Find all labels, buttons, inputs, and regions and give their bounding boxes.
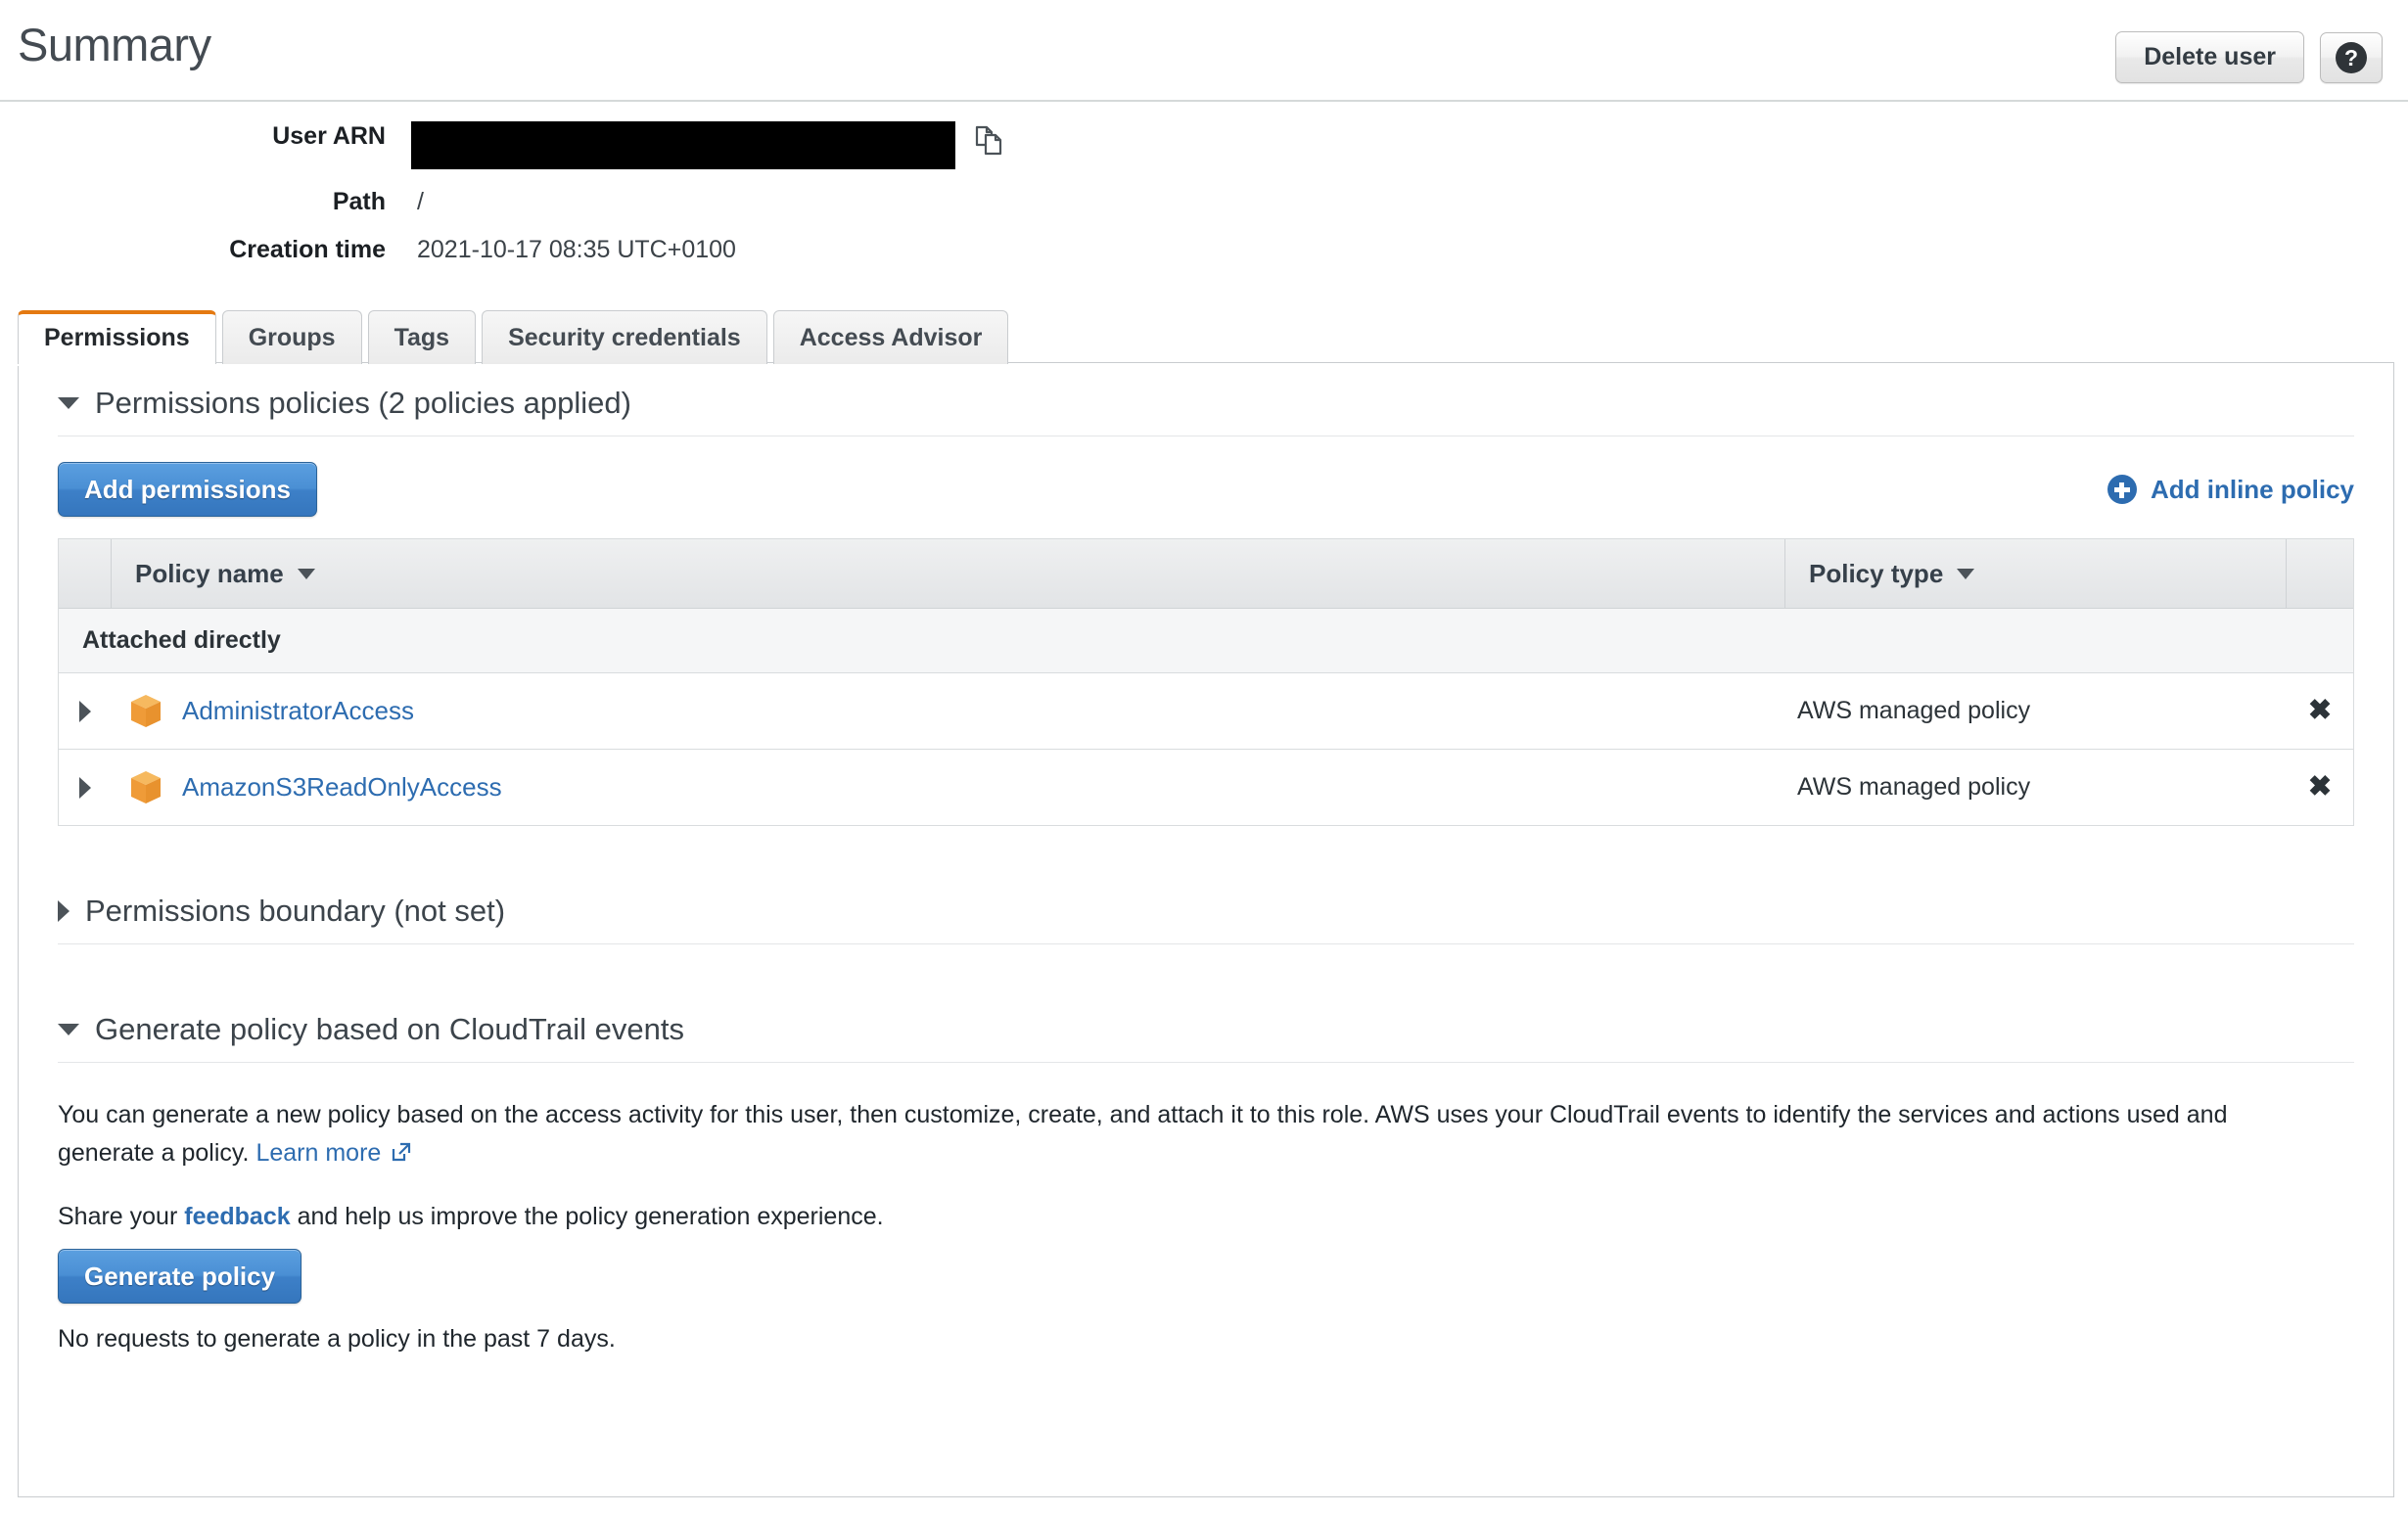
permissions-policies-title: Permissions policies (2 policies applied… [95,386,631,420]
chevron-right-icon[interactable] [58,900,69,923]
policy-type-cell: AWS managed policy [1797,773,2031,802]
header-actions: Delete user ? [2115,14,2383,83]
user-arn-label: User ARN [272,122,386,150]
add-inline-policy-link[interactable]: Add inline policy [2107,475,2354,505]
chevron-right-icon[interactable] [79,776,91,799]
remove-policy-button[interactable]: ✖ [2287,697,2353,725]
policy-name-column-label: Policy name [135,559,284,589]
page-title: Summary [18,19,211,70]
row-expand-toggle[interactable] [59,700,112,722]
add-inline-policy-label: Add inline policy [2150,474,2354,504]
path-value: / [417,188,424,215]
generate-policy-description-text: You can generate a new policy based on t… [58,1101,2228,1168]
learn-more-link[interactable]: Learn more [255,1139,381,1167]
tab-groups[interactable]: Groups [221,309,362,364]
iam-user-summary-page: Summary Delete user ? User ARN Path / Cr… [0,0,2408,1515]
help-icon: ? [2336,41,2367,73]
policy-type-cell: AWS managed policy [1797,697,2031,725]
row-expand-toggle[interactable] [59,776,112,799]
policy-cube-icon [131,694,161,727]
chevron-down-icon[interactable] [58,1024,79,1036]
user-arn-value [411,121,1004,169]
policy-name-cell: AmazonS3ReadOnlyAccess [112,770,1785,805]
generate-policy-button[interactable]: Generate policy [58,1248,302,1304]
tab-permissions[interactable]: Permissions [18,309,216,364]
generate-policy-title: Generate policy based on CloudTrail even… [95,1012,684,1047]
policy-cube-icon [131,770,161,803]
chevron-down-icon[interactable] [58,397,79,410]
policy-type-column-label: Policy type [1809,559,1944,589]
generate-policy-header[interactable]: Generate policy based on CloudTrail even… [58,989,2354,1064]
creation-time-label: Creation time [229,236,386,264]
policy-name-link[interactable]: AdministratorAccess [182,696,414,726]
permissions-panel: Permissions policies (2 policies applied… [18,362,2394,1497]
policy-name-cell: AdministratorAccess [112,694,1785,729]
table-row: AmazonS3ReadOnlyAccess AWS managed polic… [59,750,2353,827]
generate-policy-button-wrap: Generate policy [58,1248,2354,1304]
creation-time-value: 2021-10-17 08:35 UTC+0100 [417,236,736,264]
feedback-prefix: Share your [58,1202,185,1230]
tab-security-credentials[interactable]: Security credentials [482,309,767,364]
feedback-link[interactable]: feedback [184,1203,290,1230]
permissions-toolbar: Add permissions Add inline policy [58,462,2354,518]
summary-fields: User ARN Path / Creation time 2021-10-17… [0,102,2408,288]
feedback-suffix: and help us improve the policy generatio… [290,1202,884,1230]
delete-user-button[interactable]: Delete user [2115,31,2304,83]
field-user-arn: User ARN [0,121,2408,169]
copy-icon[interactable] [975,125,1004,157]
add-permissions-button[interactable]: Add permissions [58,462,317,518]
plus-circle-icon [2107,475,2137,505]
policy-name-column-header[interactable]: Policy name [112,539,1785,609]
redacted-arn-bar [411,121,955,169]
permissions-boundary-header[interactable]: Permissions boundary (not set) [58,871,2354,945]
help-button[interactable]: ? [2320,31,2383,83]
chevron-right-icon[interactable] [79,700,91,722]
table-header-row: Policy name Policy type [59,539,2353,610]
feedback-line: Share your feedback and help us improve … [58,1203,2354,1231]
generate-policy-description: You can generate a new policy based on t… [58,1096,2329,1175]
page-header: Summary Delete user ? [0,0,2408,102]
policy-type-column-header[interactable]: Policy type [1785,539,2287,609]
no-requests-note: No requests to generate a policy in the … [58,1324,616,1353]
external-link-icon[interactable] [390,1137,413,1175]
path-label: Path [332,188,386,215]
tab-tags[interactable]: Tags [367,309,477,364]
tab-access-advisor[interactable]: Access Advisor [772,309,1009,364]
field-path: Path / [0,187,2408,217]
remove-policy-button[interactable]: ✖ [2287,773,2353,802]
field-creation-time: Creation time 2021-10-17 08:35 UTC+0100 [0,235,2408,265]
permissions-boundary-title: Permissions boundary (not set) [85,894,506,929]
policies-table: Policy name Policy type Attached directl… [58,538,2354,827]
close-icon: ✖ [2307,695,2333,727]
table-row: AdministratorAccess AWS managed policy ✖ [59,673,2353,751]
sort-caret-icon[interactable] [1957,568,1975,579]
select-column-header [59,539,112,609]
actions-column-header [2287,539,2353,608]
sort-caret-icon[interactable] [297,568,315,579]
policy-name-link[interactable]: AmazonS3ReadOnlyAccess [182,772,502,803]
close-icon: ✖ [2307,771,2333,803]
permissions-policies-header[interactable]: Permissions policies (2 policies applied… [58,363,2354,437]
table-group-row-attached-directly: Attached directly [59,609,2353,674]
tab-bar: Permissions Groups Tags Security credent… [0,309,2408,364]
